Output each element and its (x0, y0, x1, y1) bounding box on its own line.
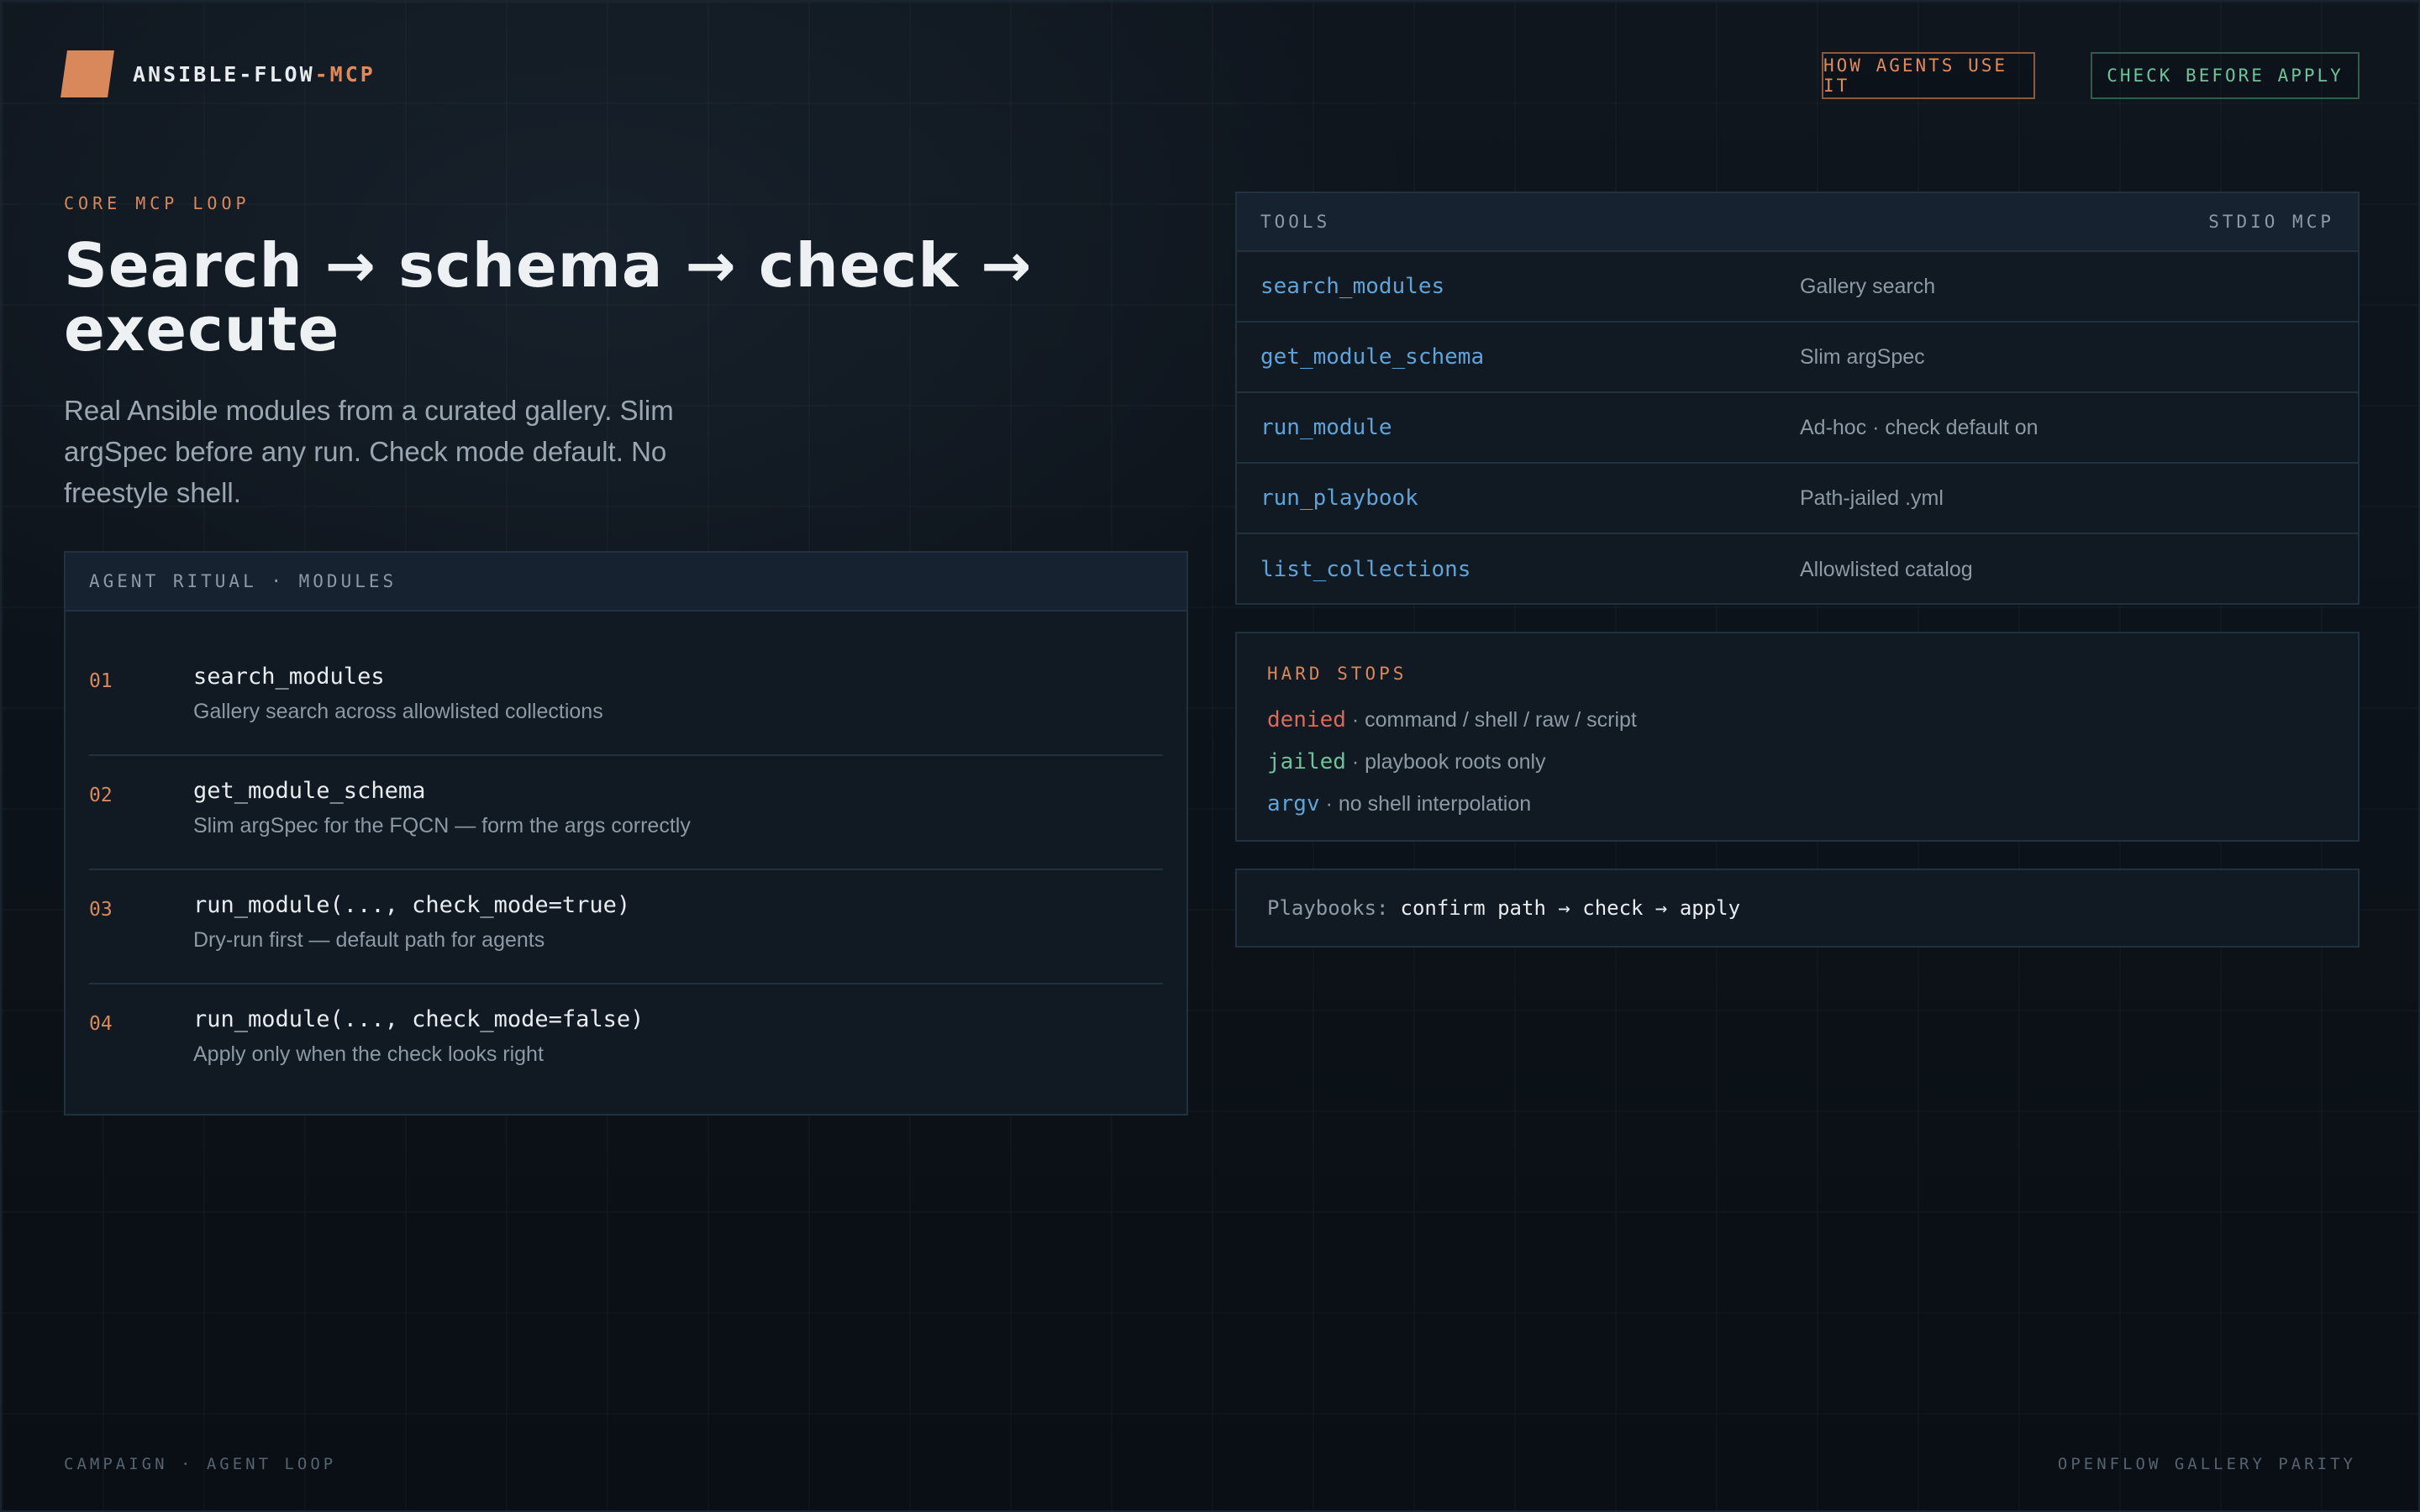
brand-name-main: ANSIBLE-FLOW (133, 61, 315, 87)
step-description: Dry-run first — default path for agents (193, 928, 545, 952)
footer-parity: OPENFLOW GALLERY PARITY (2057, 1455, 2356, 1473)
hero-lede: Real Ansible modules from a curated gall… (64, 395, 674, 508)
playbooks-flow: confirm path → check → apply (1400, 896, 1741, 920)
tool-name: run_module (1260, 415, 1392, 440)
tool-name: get_module_schema (1260, 344, 1485, 370)
ritual-step: 03 run_module(..., check_mode=true) Dry-… (89, 870, 1163, 984)
tool-row[interactable]: run_module Ad-hoc · check default on (1237, 393, 2358, 464)
tool-row[interactable]: search_modules Gallery search (1237, 252, 2358, 323)
ritual-step: 02 get_module_schema Slim argSpec for th… (89, 756, 1163, 870)
tool-name: search_modules (1260, 274, 1445, 299)
agent-ritual-header: AGENT RITUAL · MODULES (66, 553, 1186, 612)
brand[interactable]: ANSIBLE-FLOW-MCP (60, 50, 376, 97)
tool-name: run_playbook (1260, 486, 1418, 511)
step-description: Apply only when the check looks right (193, 1042, 544, 1066)
hard-stop-text: · playbook roots only (1345, 750, 1546, 774)
hard-stop-item: argv · no shell interpolation (1267, 783, 2328, 825)
tool-row[interactable]: get_module_schema Slim argSpec (1237, 323, 2358, 393)
footer-campaign: CAMPAIGN · AGENT LOOP (64, 1455, 337, 1473)
hard-stops-title: HARD STOPS (1267, 664, 1407, 684)
step-title: run_module(..., check_mode=false) (193, 1006, 644, 1032)
step-number: 04 (89, 1013, 113, 1035)
step-number: 02 (89, 785, 113, 806)
tool-name: list_collections (1260, 557, 1471, 582)
tool-row[interactable]: list_collections Allowlisted catalog (1237, 534, 2358, 605)
step-description: Gallery search across allowlisted collec… (193, 700, 603, 723)
hard-stop-item: denied · command / shell / raw / script (1267, 699, 2328, 741)
tool-description: Ad-hoc · check default on (1800, 415, 2039, 439)
tools-title: TOOLS (1260, 212, 1331, 232)
step-title: run_module(..., check_mode=true) (193, 892, 631, 918)
playbooks-note: Playbooks: confirm path → check → apply (1235, 869, 2360, 948)
hard-stop-text: · command / shell / raw / script (1345, 708, 1637, 732)
tool-description: Slim argSpec (1800, 344, 1925, 369)
step-title: get_module_schema (193, 778, 426, 804)
page-title: Search → schema → check → execute (64, 230, 1033, 365)
how-agents-use-it-button[interactable]: HOW AGENTS USE IT (1822, 52, 2035, 99)
step-number: 03 (89, 899, 113, 921)
hard-stop-key: argv (1267, 791, 1320, 816)
ritual-step: 04 run_module(..., check_mode=false) App… (89, 984, 1163, 1099)
hard-stop-key: denied (1267, 707, 1346, 732)
brand-name: ANSIBLE-FLOW-MCP (133, 62, 376, 87)
check-before-apply-button[interactable]: CHECK BEFORE APPLY (2091, 52, 2360, 99)
step-body: get_module_schema Slim argSpec for the F… (193, 774, 691, 869)
step-body: run_module(..., check_mode=false) Apply … (193, 1003, 644, 1099)
hero-eyebrow: CORE MCP LOOP (64, 193, 250, 213)
hard-stop-text: · no shell interpolation (1319, 792, 1532, 816)
tools-panel: TOOLS STDIO MCP search_modules Gallery s… (1235, 192, 2360, 605)
tools-transport-label: STDIO MCP (2208, 212, 2334, 232)
agent-ritual-title: AGENT RITUAL · MODULES (89, 571, 397, 591)
tool-description: Allowlisted catalog (1800, 557, 1973, 581)
hard-stops-panel: HARD STOPS denied · command / shell / ra… (1235, 632, 2360, 842)
hard-stop-key: jailed (1267, 749, 1346, 774)
step-body: search_modules Gallery search across all… (193, 660, 603, 754)
step-number: 01 (89, 670, 113, 692)
step-body: run_module(..., check_mode=true) Dry-run… (193, 889, 630, 983)
logo-icon (60, 50, 114, 97)
page-frame: ANSIBLE-FLOW-MCP HOW AGENTS USE IT CHECK… (0, 0, 2420, 1512)
ritual-steps: 01 search_modules Gallery search across … (66, 612, 1186, 1099)
step-description: Slim argSpec for the FQCN — form the arg… (193, 814, 691, 837)
step-title: search_modules (193, 664, 385, 690)
hard-stop-item: jailed · playbook roots only (1267, 741, 2328, 783)
brand-name-suffix: -MCP (314, 61, 376, 87)
tool-description: Path-jailed .yml (1800, 486, 1944, 510)
tools-header: TOOLS STDIO MCP (1237, 193, 2358, 252)
playbooks-label: Playbooks: (1267, 896, 1389, 920)
tool-description: Gallery search (1800, 274, 1936, 298)
ritual-step: 01 search_modules Gallery search across … (89, 642, 1163, 756)
agent-ritual-panel: AGENT RITUAL · MODULES 01 search_modules… (64, 551, 1188, 1116)
tool-row[interactable]: run_playbook Path-jailed .yml (1237, 464, 2358, 534)
